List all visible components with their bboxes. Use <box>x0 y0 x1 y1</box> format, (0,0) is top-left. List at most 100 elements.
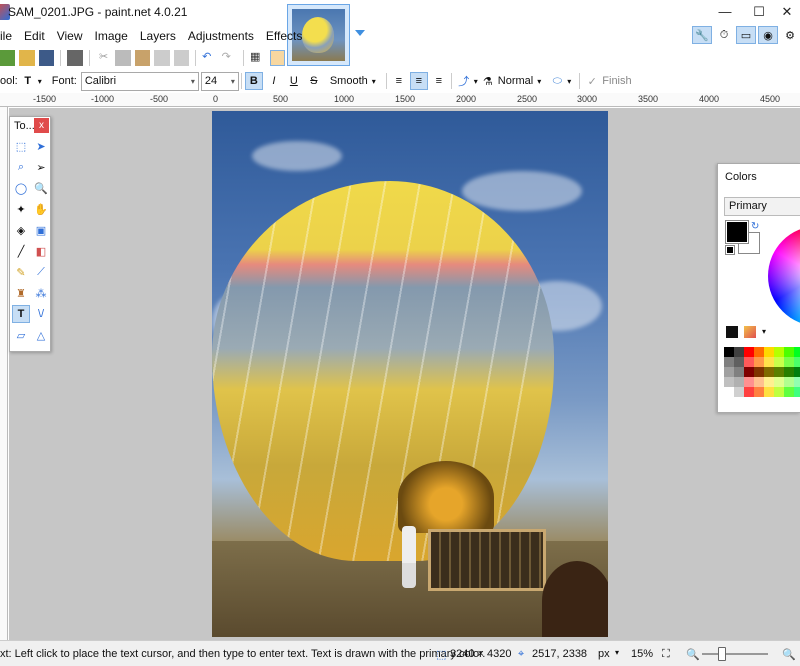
palette-color-swatch[interactable] <box>744 367 754 377</box>
palette-color-swatch[interactable] <box>724 387 734 397</box>
selection-mode-icon[interactable]: ⬭ <box>548 72 566 90</box>
menu-image[interactable]: Image <box>89 26 134 46</box>
color-palette[interactable] <box>724 347 800 407</box>
minimize-button[interactable]: — <box>710 2 740 22</box>
tool-dropdown-icon[interactable]: ▾ <box>38 77 42 86</box>
chevron-down-icon[interactable]: ▾ <box>474 77 478 86</box>
palette-color-swatch[interactable] <box>794 367 800 377</box>
clone-stamp-icon[interactable]: ♜ <box>12 284 30 302</box>
zoom-in-icon[interactable]: 🔍 <box>782 648 796 661</box>
eraser-icon[interactable]: ◧ <box>32 242 50 260</box>
layers-window-toggle-icon[interactable]: ▭ <box>736 26 756 44</box>
swap-colors-icon[interactable]: ↻ <box>751 221 759 232</box>
text-icon[interactable]: T <box>12 305 30 323</box>
rectangle-select-icon[interactable]: ⬚ <box>12 137 30 155</box>
chevron-down-icon[interactable]: ▾ <box>762 327 766 336</box>
chevron-down-icon[interactable]: ▾ <box>537 77 541 86</box>
menu-edit[interactable]: Edit <box>18 26 51 46</box>
palette-color-swatch[interactable] <box>794 387 800 397</box>
palette-color-swatch[interactable] <box>774 387 784 397</box>
palette-color-swatch[interactable] <box>774 367 784 377</box>
gradient-icon[interactable]: ▣ <box>32 221 50 239</box>
copy-icon[interactable] <box>115 50 131 66</box>
zoom-out-icon[interactable]: 🔍 <box>686 648 700 661</box>
line-curve-icon[interactable]: \/ <box>32 305 50 323</box>
shapes-icon[interactable]: ▱ <box>12 326 30 344</box>
close-button[interactable]: ✕ <box>772 2 800 22</box>
align-left-icon[interactable]: ≡ <box>390 72 408 90</box>
zoom-icon[interactable]: 🔍 <box>32 179 50 197</box>
lasso-select-icon[interactable]: ⌕ <box>12 158 30 176</box>
strikethrough-button[interactable]: S <box>305 72 323 90</box>
palette-color-swatch[interactable] <box>764 357 774 367</box>
menu-view[interactable]: View <box>51 26 89 46</box>
move-selected-icon[interactable]: ➤ <box>32 137 50 155</box>
history-window-toggle-icon[interactable]: ⏱ <box>714 26 734 44</box>
palette-color-swatch[interactable] <box>764 347 774 357</box>
align-right-icon[interactable]: ≡ <box>430 72 448 90</box>
units-select[interactable]: px <box>598 648 610 660</box>
palette-color-swatch[interactable] <box>784 377 794 387</box>
rulers-icon[interactable] <box>269 50 286 66</box>
reset-colors-icon[interactable] <box>725 245 735 255</box>
save-icon[interactable] <box>38 50 55 66</box>
palette-color-swatch[interactable] <box>734 377 744 387</box>
bold-button[interactable]: B <box>244 72 263 90</box>
finish-button[interactable]: Finish <box>602 75 631 87</box>
text-tool-icon[interactable]: T <box>19 72 37 90</box>
palette-color-swatch[interactable] <box>764 367 774 377</box>
palette-color-swatch[interactable] <box>744 387 754 397</box>
primary-color-swatch[interactable] <box>725 220 749 244</box>
palette-menu-icon[interactable] <box>744 326 756 338</box>
new-image-icon[interactable] <box>0 50 16 66</box>
shapes-extra-icon[interactable]: △ <box>32 326 50 344</box>
palette-color-swatch[interactable] <box>774 357 784 367</box>
print-icon[interactable] <box>67 50 83 66</box>
menu-layers[interactable]: Layers <box>134 26 182 46</box>
zoom-level[interactable]: 15% <box>631 648 653 660</box>
font-size-select[interactable]: 24 ▾ <box>200 71 239 91</box>
palette-color-swatch[interactable] <box>734 357 744 367</box>
palette-color-swatch[interactable] <box>724 377 734 387</box>
cut-icon[interactable]: ✂ <box>96 50 111 66</box>
palette-color-swatch[interactable] <box>734 367 744 377</box>
tools-window-toggle-icon[interactable]: 🔧 <box>692 26 712 44</box>
palette-color-swatch[interactable] <box>734 387 744 397</box>
palette-color-swatch[interactable] <box>754 377 764 387</box>
font-select[interactable]: Calibri ▾ <box>80 71 199 91</box>
finish-check-icon[interactable]: ✓ <box>583 72 601 90</box>
palette-color-swatch[interactable] <box>794 357 800 367</box>
palette-color-swatch[interactable] <box>784 347 794 357</box>
chevron-down-icon[interactable]: ▾ <box>372 77 376 86</box>
image-list-dropdown-icon[interactable] <box>355 30 365 36</box>
menu-file[interactable]: ile <box>0 26 18 46</box>
paste-icon[interactable] <box>134 50 151 66</box>
menu-effects[interactable]: Effects <box>260 26 308 46</box>
underline-button[interactable]: U <box>285 72 303 90</box>
maximize-button[interactable]: ☐ <box>744 2 774 22</box>
menu-adjustments[interactable]: Adjustments <box>182 26 260 46</box>
recolor-icon[interactable]: ⁂ <box>32 284 50 302</box>
paint-bucket-icon[interactable]: ◈ <box>12 221 30 239</box>
crop-icon[interactable] <box>154 50 170 66</box>
palette-color-swatch[interactable] <box>784 357 794 367</box>
ellipse-select-icon[interactable]: ◯ <box>12 179 30 197</box>
redo-icon[interactable]: ↷ <box>222 50 237 66</box>
move-selection-icon[interactable]: ➢ <box>32 158 50 176</box>
palette-color-swatch[interactable] <box>744 377 754 387</box>
colors-window-toggle-icon[interactable]: ◉ <box>758 26 778 44</box>
pan-hand-icon[interactable]: ✋ <box>32 200 50 218</box>
chevron-down-icon[interactable]: ▾ <box>615 648 619 657</box>
palette-color-swatch[interactable] <box>794 347 800 357</box>
zoom-slider-thumb[interactable] <box>718 647 726 661</box>
palette-color-swatch[interactable] <box>744 347 754 357</box>
magic-wand-icon[interactable]: ✦ <box>12 200 30 218</box>
palette-color-swatch[interactable] <box>754 367 764 377</box>
settings-gear-icon[interactable]: ⚙ <box>780 26 800 44</box>
palette-color-swatch[interactable] <box>754 357 764 367</box>
palette-color-swatch[interactable] <box>764 387 774 397</box>
palette-swatch-icon[interactable] <box>726 326 738 338</box>
color-wheel[interactable] <box>768 226 800 326</box>
antialias-select[interactable]: Smooth <box>330 75 368 87</box>
zoom-to-window-icon[interactable]: ⛶ <box>662 648 670 661</box>
